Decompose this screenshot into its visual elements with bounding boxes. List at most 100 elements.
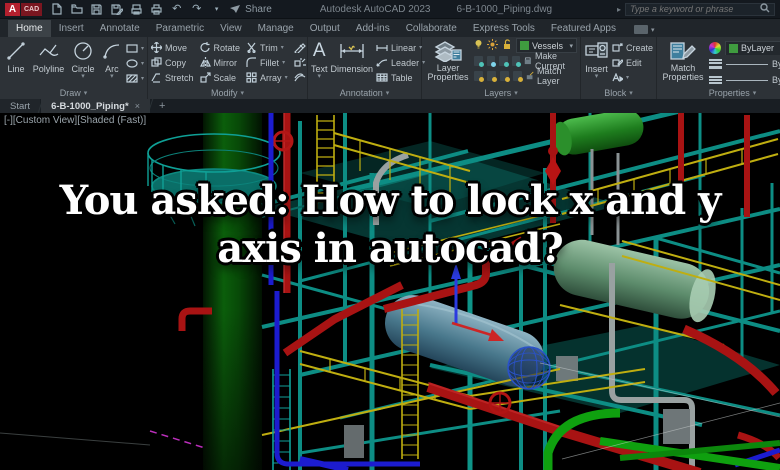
search-input[interactable] — [630, 4, 756, 14]
ellipse-tool[interactable]: ▾ — [126, 57, 144, 69]
panel-label-block[interactable]: Block ▾ — [581, 86, 656, 99]
chevron-down-icon: ▾ — [317, 73, 322, 80]
erase-tool[interactable] — [293, 42, 306, 54]
lineweight-dropdown[interactable]: ByLayer — [709, 57, 780, 71]
save-as-icon[interactable] — [110, 3, 123, 16]
autocad-logo[interactable]: A CAD — [5, 2, 43, 16]
viewport-visual-style-control[interactable]: [Shaded (Fast)] — [77, 115, 146, 126]
leader-tool[interactable]: Leader ▾ — [376, 56, 425, 69]
save-icon[interactable] — [90, 3, 103, 16]
stretch-tool[interactable]: Stretch — [151, 71, 194, 84]
layer-on-icon[interactable] — [474, 39, 483, 52]
table-tool[interactable]: Table — [376, 71, 425, 84]
caption-overlay: You asked: How to lock x and y axis in a… — [0, 177, 780, 273]
search-flyout-icon[interactable]: ▸ — [617, 5, 621, 14]
edit-attributes-button[interactable]: ▾ — [612, 71, 653, 84]
layer-vpfreeze-icon[interactable] — [499, 70, 510, 82]
layer-properties-button[interactable]: Layer Properties — [425, 39, 471, 86]
close-tab-icon[interactable]: × — [135, 101, 140, 111]
mirror-tool[interactable]: Mirror — [199, 56, 241, 69]
layer-unisolate-icon[interactable] — [474, 70, 484, 82]
offset-tool[interactable] — [294, 72, 306, 84]
viewport-view-control[interactable]: [Custom View] — [13, 115, 77, 126]
tab-start[interactable]: Start — [0, 99, 41, 113]
layer-merge-icon[interactable] — [512, 70, 523, 82]
match-properties-button[interactable]: Match Properties — [660, 39, 706, 87]
rotate-tool[interactable]: Rotate — [199, 41, 240, 54]
text-tool[interactable]: A Text ▾ — [311, 39, 328, 86]
layer-off-icon[interactable] — [499, 55, 509, 67]
create-block-button[interactable]: Create — [612, 41, 653, 54]
ribbon-tab-output[interactable]: Output — [302, 20, 348, 37]
tab-drawing[interactable]: 6-B-1000_Piping* × — [41, 99, 150, 113]
drawing-canvas[interactable]: [-][Custom View][Shaded (Fast)] You aske… — [0, 113, 780, 470]
panel-label-modify[interactable]: Modify ▾ — [148, 86, 307, 99]
chevron-down-icon: ▾ — [752, 90, 757, 97]
explode-tool[interactable] — [293, 57, 306, 69]
fillet-tool[interactable]: Fillet ▾ — [246, 56, 288, 69]
layer-unlock-icon[interactable] — [502, 39, 512, 52]
ribbon: Line Polyline Circle ▾ Arc ▾ ▾ ▾ ▾ Draw … — [0, 37, 780, 99]
share-button[interactable]: Share — [230, 4, 272, 15]
polyline-tool[interactable]: Polyline — [32, 39, 65, 86]
layer-walk-icon[interactable] — [486, 70, 497, 82]
arc-tool[interactable]: Arc ▾ — [101, 39, 123, 86]
panel-label-draw[interactable]: Draw ▾ — [0, 86, 147, 99]
ribbon-chip-icon — [633, 25, 648, 34]
layer-thaw-icon[interactable] — [487, 39, 498, 52]
match-properties-icon — [670, 39, 696, 63]
panel-label-annotation[interactable]: Annotation ▾ — [308, 86, 421, 99]
panel-label-properties[interactable]: Properties ▾ — [657, 87, 780, 99]
linetype-dropdown[interactable]: ByLayer — [709, 73, 780, 87]
ribbon-tab-view[interactable]: View — [212, 20, 250, 37]
ribbon-tab-express-tools[interactable]: Express Tools — [465, 20, 543, 37]
text-icon: A — [312, 40, 326, 61]
insert-block-button[interactable]: Insert ▾ — [584, 39, 609, 86]
ribbon-tab-manage[interactable]: Manage — [250, 20, 302, 37]
move-tool[interactable]: Move — [151, 41, 194, 54]
ribbon-tab-collaborate[interactable]: Collaborate — [398, 20, 465, 37]
new-file-icon[interactable] — [50, 3, 63, 16]
chevron-down-icon: ▾ — [569, 42, 574, 50]
panel-modify: Move Copy Stretch Rotate Mirror Scale Tr… — [148, 37, 308, 99]
redo-icon[interactable]: ↷ — [190, 3, 203, 16]
array-tool[interactable]: Array ▾ — [246, 71, 288, 84]
ribbon-tab-parametric[interactable]: Parametric — [148, 20, 212, 37]
scale-tool[interactable]: Scale — [199, 71, 241, 84]
object-color-dropdown[interactable]: ByLayer ▾ — [725, 41, 780, 55]
open-folder-icon[interactable] — [70, 3, 83, 16]
dimension-tool[interactable]: Dimension — [331, 39, 373, 86]
layer-isolate-icon[interactable] — [474, 55, 484, 67]
trim-tool[interactable]: Trim ▾ — [246, 41, 288, 54]
edit-block-button[interactable]: Edit — [612, 56, 653, 69]
plot-icon[interactable] — [130, 3, 143, 16]
new-tab-button[interactable]: + — [151, 99, 173, 113]
customize-toolbar-icon[interactable]: ▾ — [210, 3, 223, 16]
layer-lock-icon[interactable] — [511, 55, 522, 67]
help-search-box[interactable] — [625, 0, 775, 18]
color-wheel-icon[interactable] — [709, 42, 722, 54]
ribbon-tab-annotate[interactable]: Annotate — [92, 20, 148, 37]
circle-icon — [73, 39, 93, 63]
layer-freeze-icon[interactable] — [486, 55, 497, 67]
print-icon[interactable] — [150, 3, 163, 16]
copy-tool[interactable]: Copy — [151, 56, 194, 69]
match-layer-button[interactable]: Match Layer — [526, 66, 577, 86]
viewport-controls: [-][Custom View][Shaded (Fast)] — [4, 115, 146, 126]
ribbon-tab-home[interactable]: Home — [8, 20, 51, 37]
line-tool[interactable]: Line — [3, 39, 29, 86]
circle-tool[interactable]: Circle ▾ — [68, 39, 98, 86]
ribbon-tab-featured-apps[interactable]: Featured Apps — [543, 20, 624, 37]
linear-dimension-tool[interactable]: Linear ▾ — [376, 41, 425, 54]
match-layer-icon — [526, 71, 534, 79]
ribbon-display-toggle[interactable]: ▾ — [633, 25, 654, 37]
rectangle-tool[interactable]: ▾ — [126, 42, 144, 54]
ribbon-tab-addins[interactable]: Add-ins — [348, 20, 398, 37]
panel-label-layers[interactable]: Layers ▾ — [422, 86, 580, 99]
ribbon-tab-insert[interactable]: Insert — [51, 20, 92, 37]
search-icon[interactable] — [760, 0, 770, 18]
green-column — [203, 113, 262, 470]
hatch-tool[interactable]: ▾ — [126, 72, 144, 84]
undo-icon[interactable]: ↶ — [170, 3, 183, 16]
viewport-minimize-control[interactable]: [-] — [4, 115, 13, 126]
